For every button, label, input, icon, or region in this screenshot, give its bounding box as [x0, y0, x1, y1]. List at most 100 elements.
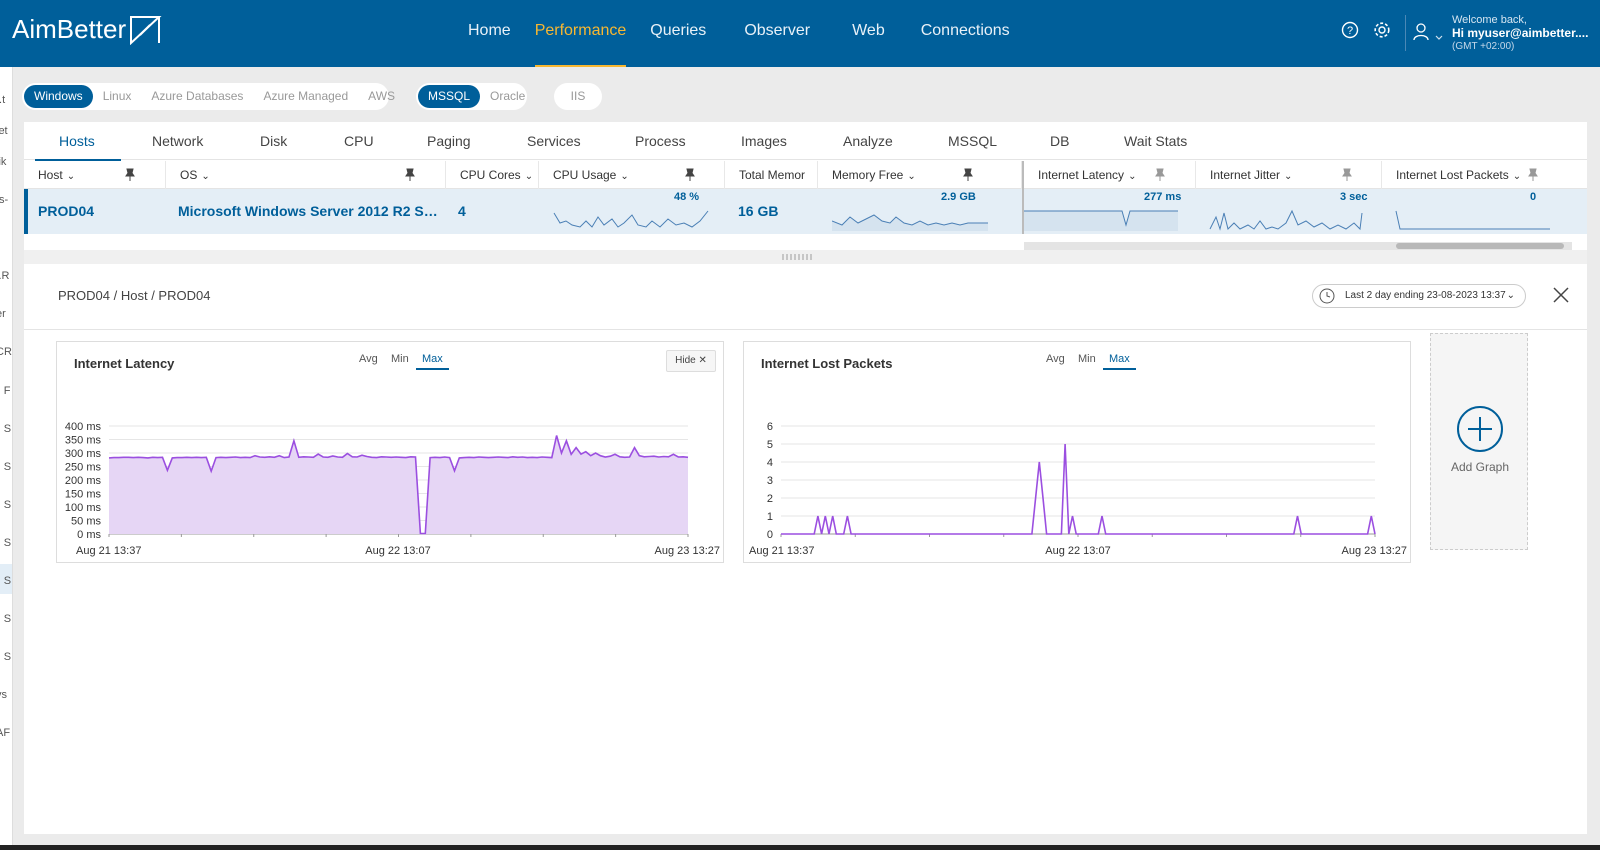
- sidebar-item-fragment[interactable]: l.R: [0, 270, 9, 282]
- svg-text:?: ?: [1347, 25, 1353, 37]
- sidebar-item-fragment[interactable]: AF: [0, 727, 10, 739]
- chevron-down-icon: ⌄: [524, 171, 534, 182]
- agg-max[interactable]: Max: [416, 353, 449, 370]
- sidebar-item-fragment[interactable]: ▌S: [0, 499, 11, 511]
- table-row[interactable]: PROD04 Microsoft Windows Server 2012 R2 …: [24, 189, 1587, 234]
- nav-queries[interactable]: Queries: [650, 0, 706, 67]
- tab-images[interactable]: Images: [741, 122, 787, 160]
- tab-process[interactable]: Process: [635, 122, 686, 160]
- cell-internet-jitter: 3 sec: [1340, 191, 1368, 203]
- close-icon[interactable]: [1552, 286, 1570, 304]
- sidebar-item-fragment[interactable]: ı.t: [0, 94, 5, 106]
- pin-icon[interactable]: [684, 168, 696, 182]
- agg-min[interactable]: Min: [1078, 353, 1096, 365]
- filter-windows[interactable]: Windows: [24, 85, 93, 108]
- y-tick-label: 350 ms: [65, 435, 102, 447]
- chevron-down-icon: ⌄: [1506, 290, 1515, 301]
- filter-aws[interactable]: AWS: [358, 85, 405, 108]
- tab-db[interactable]: DB: [1050, 122, 1069, 160]
- column-host[interactable]: Host ⌄: [24, 161, 166, 189]
- y-tick-label: 150 ms: [65, 489, 102, 501]
- filter-linux[interactable]: Linux: [93, 85, 142, 108]
- sidebar-item-fragment[interactable]: let: [0, 125, 8, 137]
- sidebar-item-fragment[interactable]: er: [0, 308, 6, 320]
- pin-icon[interactable]: [1154, 168, 1166, 182]
- filter-oracle[interactable]: Oracle: [480, 85, 535, 108]
- sidebar-item-fragment[interactable]: ▌S: [0, 575, 11, 587]
- pin-icon[interactable]: [404, 168, 416, 182]
- horizontal-scrollbar[interactable]: [1024, 242, 1572, 250]
- sidebar-item-fragment[interactable]: ▌S: [0, 651, 11, 663]
- internet-latency-chart: 0 ms50 ms 100 ms150 ms 200 ms250 ms 300 ms3…: [65, 421, 720, 557]
- y-tick-label: 6: [767, 421, 773, 433]
- settings-icon[interactable]: [1372, 20, 1392, 40]
- sidebar-item-fragment[interactable]: lik: [0, 156, 6, 168]
- column-memory-free-label: Memory Free: [832, 168, 904, 182]
- app-logo-text: AimBetter: [12, 14, 127, 44]
- y-tick-label: 0: [767, 529, 773, 541]
- chevron-down-icon: ⌄: [620, 171, 629, 182]
- nav-performance[interactable]: Performance: [534, 0, 626, 67]
- sidebar-item-fragment[interactable]: ▌F: [0, 385, 11, 397]
- sidebar-item-fragment[interactable]: ıs-: [0, 194, 8, 206]
- agg-min[interactable]: Min: [391, 353, 409, 365]
- sidebar-item-fragment[interactable]: ▌S: [0, 613, 11, 625]
- column-internet-latency[interactable]: Internet Latency ⌄: [1024, 161, 1196, 189]
- x-tick-label: Aug 23 13:27: [1342, 545, 1407, 557]
- sidebar-item-fragment[interactable]: ▌S: [0, 423, 11, 435]
- help-icon[interactable]: ?: [1340, 20, 1360, 40]
- nav-observer[interactable]: Observer: [744, 0, 810, 67]
- tab-mssql[interactable]: MSSQL: [948, 122, 997, 160]
- main-nav: Home Performance Queries Observer Web Co…: [468, 0, 1010, 67]
- column-cpu-usage[interactable]: CPU Usage ⌄: [539, 161, 725, 189]
- app-logo[interactable]: AimBetter: [12, 14, 162, 45]
- tab-network[interactable]: Network: [152, 122, 203, 160]
- cell-os: Microsoft Windows Server 2012 R2 Standar…: [178, 203, 440, 219]
- tab-hosts[interactable]: Hosts: [35, 122, 121, 161]
- tab-disk[interactable]: Disk: [260, 122, 287, 160]
- column-internet-lost-packets[interactable]: Internet Lost Packets ⌄: [1382, 161, 1587, 189]
- y-tick-label: 300 ms: [65, 448, 102, 460]
- pin-icon[interactable]: [1341, 168, 1353, 182]
- series-line: [781, 443, 1376, 535]
- filter-iis[interactable]: IIS: [561, 85, 596, 108]
- agg-avg[interactable]: Avg: [1046, 353, 1065, 365]
- chevron-down-icon: ⌄: [66, 171, 76, 182]
- panel-resize-handle[interactable]: [24, 250, 1587, 264]
- sidebar-item-fragment[interactable]: ▌S: [0, 537, 11, 549]
- user-welcome[interactable]: Welcome back, Hi myuser@aimbetter.... (G…: [1452, 14, 1588, 53]
- sidebar-item-fragment[interactable]: ▌S: [0, 461, 11, 473]
- add-graph-button[interactable]: Add Graph: [1430, 333, 1528, 550]
- nav-web[interactable]: Web: [852, 0, 885, 67]
- pin-icon[interactable]: [124, 168, 136, 182]
- tab-wait-stats[interactable]: Wait Stats: [1124, 122, 1187, 160]
- chevron-down-icon[interactable]: [1435, 28, 1443, 46]
- column-cpu-cores[interactable]: CPU Cores ⌄: [446, 161, 539, 189]
- column-total-memory[interactable]: Total Memor: [725, 161, 818, 189]
- nav-home[interactable]: Home: [468, 0, 511, 67]
- y-tick-label: 5: [767, 439, 773, 451]
- column-memory-free[interactable]: Memory Free ⌄: [818, 161, 1022, 189]
- filter-azure-databases[interactable]: Azure Databases: [141, 85, 253, 108]
- sidebar-item-fragment[interactable]: CR: [0, 346, 12, 358]
- sidebar-item-fragment[interactable]: ys: [0, 689, 7, 701]
- agg-avg[interactable]: Avg: [359, 353, 378, 365]
- hide-button[interactable]: Hide ✕: [666, 350, 716, 372]
- tab-cpu[interactable]: CPU: [344, 122, 374, 160]
- user-timezone: (GMT +02:00): [1452, 41, 1515, 52]
- internet-lost-packets-sparkline: [1395, 210, 1550, 230]
- filter-azure-managed[interactable]: Azure Managed: [253, 85, 358, 108]
- scrollbar-thumb[interactable]: [1396, 243, 1564, 249]
- nav-connections[interactable]: Connections: [921, 0, 1010, 67]
- filter-mssql[interactable]: MSSQL: [418, 85, 481, 108]
- pin-icon[interactable]: [962, 168, 974, 182]
- tab-analyze[interactable]: Analyze: [843, 122, 893, 160]
- pin-icon[interactable]: [1527, 168, 1539, 182]
- tab-services[interactable]: Services: [527, 122, 581, 160]
- time-range-selector[interactable]: Last 2 day ending 23-08-2023 13:37 ⌄: [1312, 284, 1526, 308]
- tab-paging[interactable]: Paging: [427, 122, 471, 160]
- user-icon[interactable]: [1413, 23, 1429, 46]
- agg-max[interactable]: Max: [1103, 353, 1136, 370]
- column-internet-jitter[interactable]: Internet Jitter ⌄: [1196, 161, 1382, 189]
- chevron-down-icon: ⌄: [1128, 171, 1137, 182]
